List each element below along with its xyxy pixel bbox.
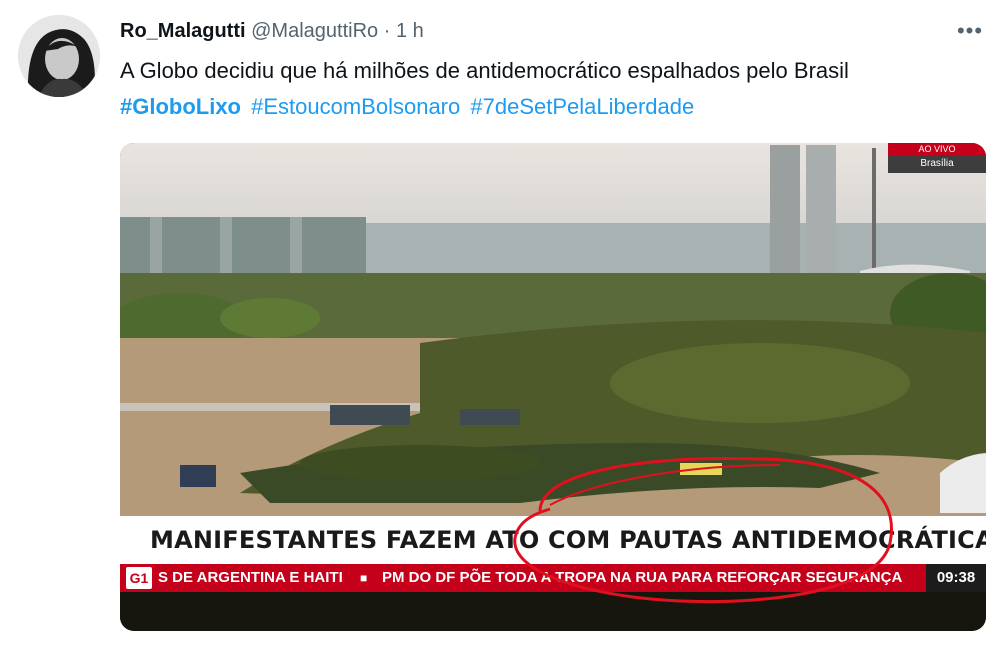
tweet-media-image[interactable]: AO VIVO Brasília MANIFESTANTES FAZEM ATO…: [120, 143, 986, 631]
more-horizontal-icon[interactable]: •••: [952, 16, 988, 52]
broadcast-clock: 09:38: [926, 564, 986, 592]
live-label: AO VIVO: [888, 143, 986, 155]
user-handle[interactable]: @MalaguttiRo: [251, 20, 378, 42]
hashtag-link[interactable]: #EstoucomBolsonaro: [251, 94, 460, 119]
screen-bottom-bezel: [120, 592, 986, 631]
live-badge: AO VIVO Brasília: [888, 143, 986, 173]
tweet-card[interactable]: Ro_Malagutti @MalaguttiRo · 1 h ••• A Gl…: [0, 0, 1000, 649]
tweet-header: Ro_Malagutti @MalaguttiRo · 1 h: [120, 20, 424, 43]
hashtag-list: #GloboLixo #EstoucomBolsonaro #7deSetPel…: [120, 94, 698, 120]
ticker-text: PM DO DF PÕE TODA A TROPA NA RUA PARA RE…: [382, 569, 903, 586]
hashtag-link[interactable]: #GloboLixo: [120, 94, 241, 119]
ticker-bullet-icon: ■: [360, 571, 368, 585]
hashtag-link[interactable]: #7deSetPelaLiberdade: [470, 94, 694, 119]
live-location: Brasília: [920, 158, 954, 169]
ticker-text: S DE ARGENTINA E HAITI: [158, 569, 343, 586]
display-name[interactable]: Ro_Malagutti: [120, 20, 246, 42]
news-ticker: G1 S DE ARGENTINA E HAITI ■ PM DO DF PÕE…: [120, 564, 986, 592]
tweet-timestamp[interactable]: 1 h: [396, 20, 424, 42]
tweet-text: A Globo decidiu que há milhões de antide…: [120, 58, 849, 83]
avatar[interactable]: [18, 15, 100, 97]
g1-logo: G1: [126, 567, 152, 589]
news-headline: MANIFESTANTES FAZEM ATO COM PAUTAS ANTID…: [120, 516, 986, 564]
separator-dot: ·: [383, 20, 391, 42]
